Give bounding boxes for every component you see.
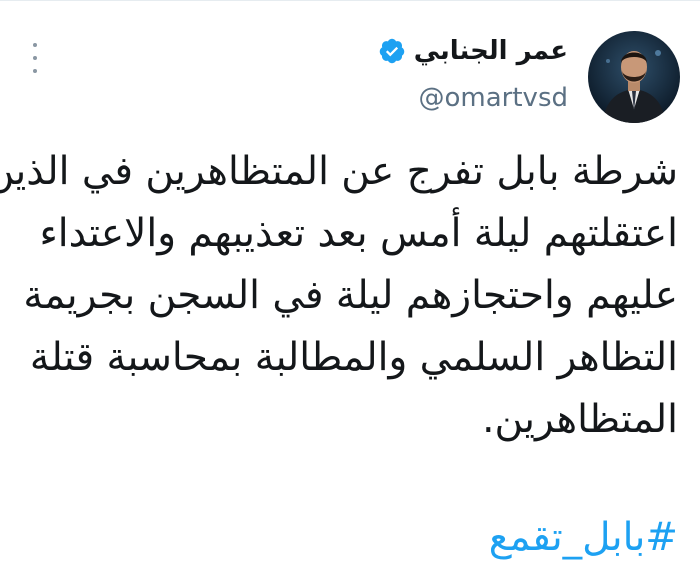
more-dot-icon — [33, 43, 37, 47]
tweet-text-line: التظاهر السلمي والمطالبة بمحاسبة قتلة — [29, 335, 678, 380]
avatar-photo — [588, 31, 680, 123]
tweet-card: عمر الجنابي @omartvsd شرطة بابل تفرج عن … — [0, 0, 700, 574]
tweet-text-line: شرطة بابل تفرج عن المتظاهرين في الذين — [0, 149, 678, 194]
more-options-button[interactable] — [25, 43, 45, 73]
tweet-text-line: عليهم واحتجازهم ليلة في السجن بجريمة — [23, 273, 678, 318]
tweet-text-line: المتظاهرين. — [482, 397, 678, 442]
avatar[interactable] — [588, 31, 680, 123]
display-name[interactable]: عمر الجنابي — [414, 33, 568, 69]
tweet-text-line: اعتقلتهم ليلة أمس بعد تعذيبهم والاعتداء — [39, 211, 678, 256]
name-row: عمر الجنابي — [378, 33, 568, 69]
more-dot-icon — [33, 56, 37, 60]
user-handle[interactable]: @omartvsd — [378, 81, 569, 115]
more-dot-icon — [33, 69, 37, 73]
author-block: عمر الجنابي @omartvsd — [378, 33, 568, 115]
tweet-text: شرطة بابل تفرج عن المتظاهرين في الذين اع… — [0, 141, 678, 451]
hashtag-link[interactable]: #بابل_تقمع — [489, 513, 678, 563]
verified-badge-icon — [379, 38, 404, 64]
